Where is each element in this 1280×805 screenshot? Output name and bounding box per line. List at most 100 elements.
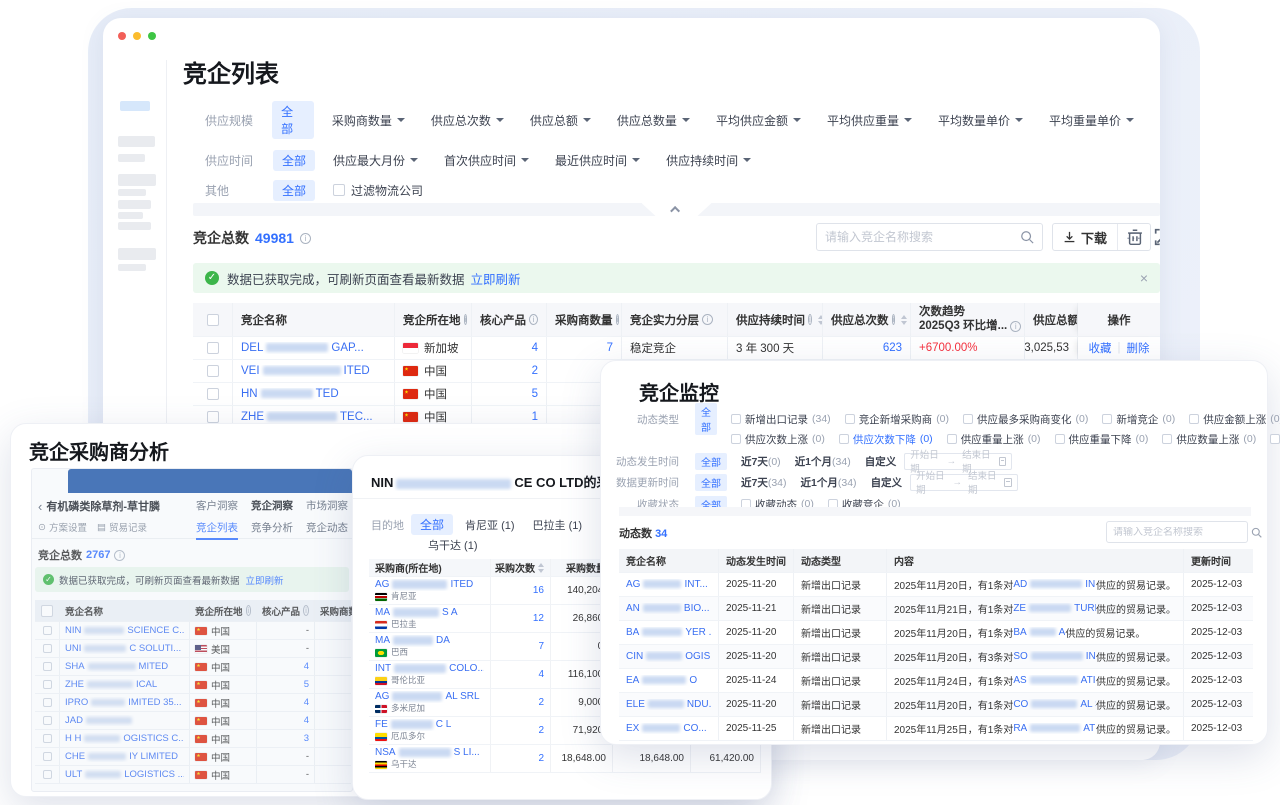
destination-option[interactable]: 乌干达 (1) [428,540,478,552]
partner-name-link[interactable]: BAA [1013,627,1065,638]
company-name-link[interactable]: EAO [626,675,697,686]
back-chevron-icon[interactable]: ‹ [38,499,42,514]
company-name-link[interactable]: AGITED [375,579,473,592]
partner-name-link[interactable]: RAATION [1013,723,1096,734]
purchase-times-value[interactable]: 7 [538,641,544,652]
filter-dropdown[interactable]: 供应总次数 [431,112,504,129]
sidebar-item-skeleton[interactable] [118,222,151,230]
checkbox[interactable] [43,662,52,671]
company-name-link[interactable]: JAD [65,715,135,726]
company-name-link[interactable]: CHEIY LIMITED [65,751,178,762]
filter-dropdown[interactable]: 平均数量单价 [938,112,1023,129]
company-name-link[interactable]: MAS A [375,607,458,620]
filter-dropdown[interactable]: 供应最大月份 [333,152,418,169]
company-name-link[interactable]: HNTED [241,388,339,400]
filter-checkbox-item[interactable]: 过滤物流公司 [333,182,423,199]
checkbox[interactable] [845,414,855,424]
checkbox[interactable] [43,680,52,689]
toolbar-方案设置[interactable]: ⊙方案设置 [38,520,87,534]
company-name-link[interactable]: SHAMITED [65,661,168,672]
quick-range-option[interactable]: 近1个月(34) [801,475,857,490]
quick-range-option[interactable]: 近7天(0) [741,454,781,469]
company-name-link[interactable]: AGINT... [626,579,708,590]
sidebar-item-skeleton[interactable] [118,174,156,186]
monitor-filter-checkbox[interactable]: 供应次数上涨(0) [731,432,825,447]
core-products-value[interactable]: 1 [532,411,538,423]
partner-name-link[interactable]: SOINC [1013,651,1096,662]
checkbox[interactable] [41,605,53,617]
company-name-link[interactable]: FEC L [375,719,451,732]
monitor-filter-checkbox[interactable]: 新增竞企(0) [1102,412,1175,427]
sidebar-item-skeleton[interactable] [118,212,143,219]
checkbox[interactable] [947,434,957,444]
monitor-all-chip[interactable]: 全部 [695,403,717,435]
checkbox[interactable] [207,411,219,423]
sidebar-item-skeleton[interactable] [118,154,145,162]
purchase-times-value[interactable]: 4 [538,669,544,680]
checkbox[interactable] [839,434,849,444]
company-name-link[interactable]: VEIITED [241,365,370,377]
company-name-link[interactable]: ANBIO... [626,603,709,614]
subtab-竞企动态[interactable]: 竞企动态 [306,520,348,540]
monitor-filter-checkbox[interactable]: 供应重量下降(0) [1055,432,1149,447]
monitor-filter-checkbox[interactable]: 供应重量上涨(0) [947,432,1041,447]
sidebar-item-skeleton[interactable] [118,200,151,209]
sidebar-item-skeleton[interactable] [118,189,146,196]
filter-dropdown[interactable]: 首次供应时间 [444,152,529,169]
company-name-link[interactable]: ZHEICAL [65,679,157,690]
monitor-filter-checkbox[interactable]: 新增出口记录(34) [731,412,831,427]
checkbox[interactable] [43,716,52,725]
sidebar-item-skeleton[interactable] [118,248,156,260]
sort-icon[interactable] [901,315,907,325]
favorite-button[interactable]: 收藏 [1089,340,1112,356]
company-name-link[interactable]: DELGAP... [241,342,364,354]
refresh-now-link[interactable]: 立即刷新 [246,573,284,587]
destination-option[interactable]: 肯尼亚 (1) [465,517,515,533]
company-name-link[interactable]: INTCOLO... [375,663,484,676]
quick-range-option[interactable]: 近1个月(34) [795,454,851,469]
checkbox[interactable] [207,365,219,377]
buyer-count-value[interactable]: 7 [607,342,613,354]
company-name-link[interactable]: NSAS LI... [375,747,480,760]
monitor-filter-checkbox[interactable]: 供应金额上涨(0) [1189,412,1280,427]
monitor-filter-checkbox[interactable]: 供应数量上涨(0) [1162,432,1256,447]
filter-dropdown[interactable]: 供应总额 [530,112,591,129]
core-products-value[interactable]: 5 [532,388,538,400]
search-input[interactable] [817,230,1020,244]
company-name-link[interactable]: EXCO... [626,723,707,734]
core-products-value[interactable]: 2 [532,365,538,377]
monitor-filter-checkbox[interactable]: 竞企新增采购商(0) [845,412,949,427]
partner-name-link[interactable]: ZETURE COR [1013,603,1096,614]
tab-竞企洞察[interactable]: 竞企洞察 [251,498,293,513]
destination-option[interactable]: 巴拉圭 (1) [533,517,583,533]
checkbox[interactable] [43,752,52,761]
checkbox[interactable] [1162,434,1172,444]
minimize-window-icon[interactable] [133,32,141,40]
filter-dropdown[interactable]: 最近供应时间 [555,152,640,169]
quick-range-option[interactable]: 近7天(34) [741,475,787,490]
checkbox[interactable] [43,644,52,653]
destination-all-chip[interactable]: 全部 [411,514,453,535]
checkbox[interactable] [1189,414,1199,424]
filter-all-chip[interactable]: 全部 [273,180,315,201]
filter-all-chip[interactable]: 全部 [273,150,315,171]
filter-dropdown[interactable]: 供应持续时间 [666,152,751,169]
checkbox[interactable] [207,342,219,354]
monitor-filter-checkbox[interactable]: 供应最多采购商变化(0) [963,412,1088,427]
window-controls[interactable] [118,32,156,40]
date-range-input[interactable]: 开始日期→结束日期 [904,453,1012,470]
company-name-link[interactable]: UNIC SOLUTI... [65,643,181,654]
refresh-now-link[interactable]: 立即刷新 [471,269,521,288]
subtab-竞争分析[interactable]: 竞争分析 [251,520,293,540]
company-name-link[interactable]: NINSCIENCE C... [65,625,184,636]
close-window-icon[interactable] [118,32,126,40]
partner-name-link[interactable]: ASATION [1013,675,1096,686]
date-range-input[interactable]: 开始日期→结束日期 [910,474,1018,491]
filter-dropdown[interactable]: 采购商数量 [332,112,405,129]
checkbox[interactable] [1055,434,1065,444]
checkbox[interactable] [731,414,741,424]
purchase-times-value[interactable]: 2 [538,697,544,708]
trash-icon[interactable] [1126,228,1144,246]
filter-dropdown[interactable]: 供应总数量 [617,112,690,129]
fullscreen-icon[interactable] [1154,228,1160,246]
